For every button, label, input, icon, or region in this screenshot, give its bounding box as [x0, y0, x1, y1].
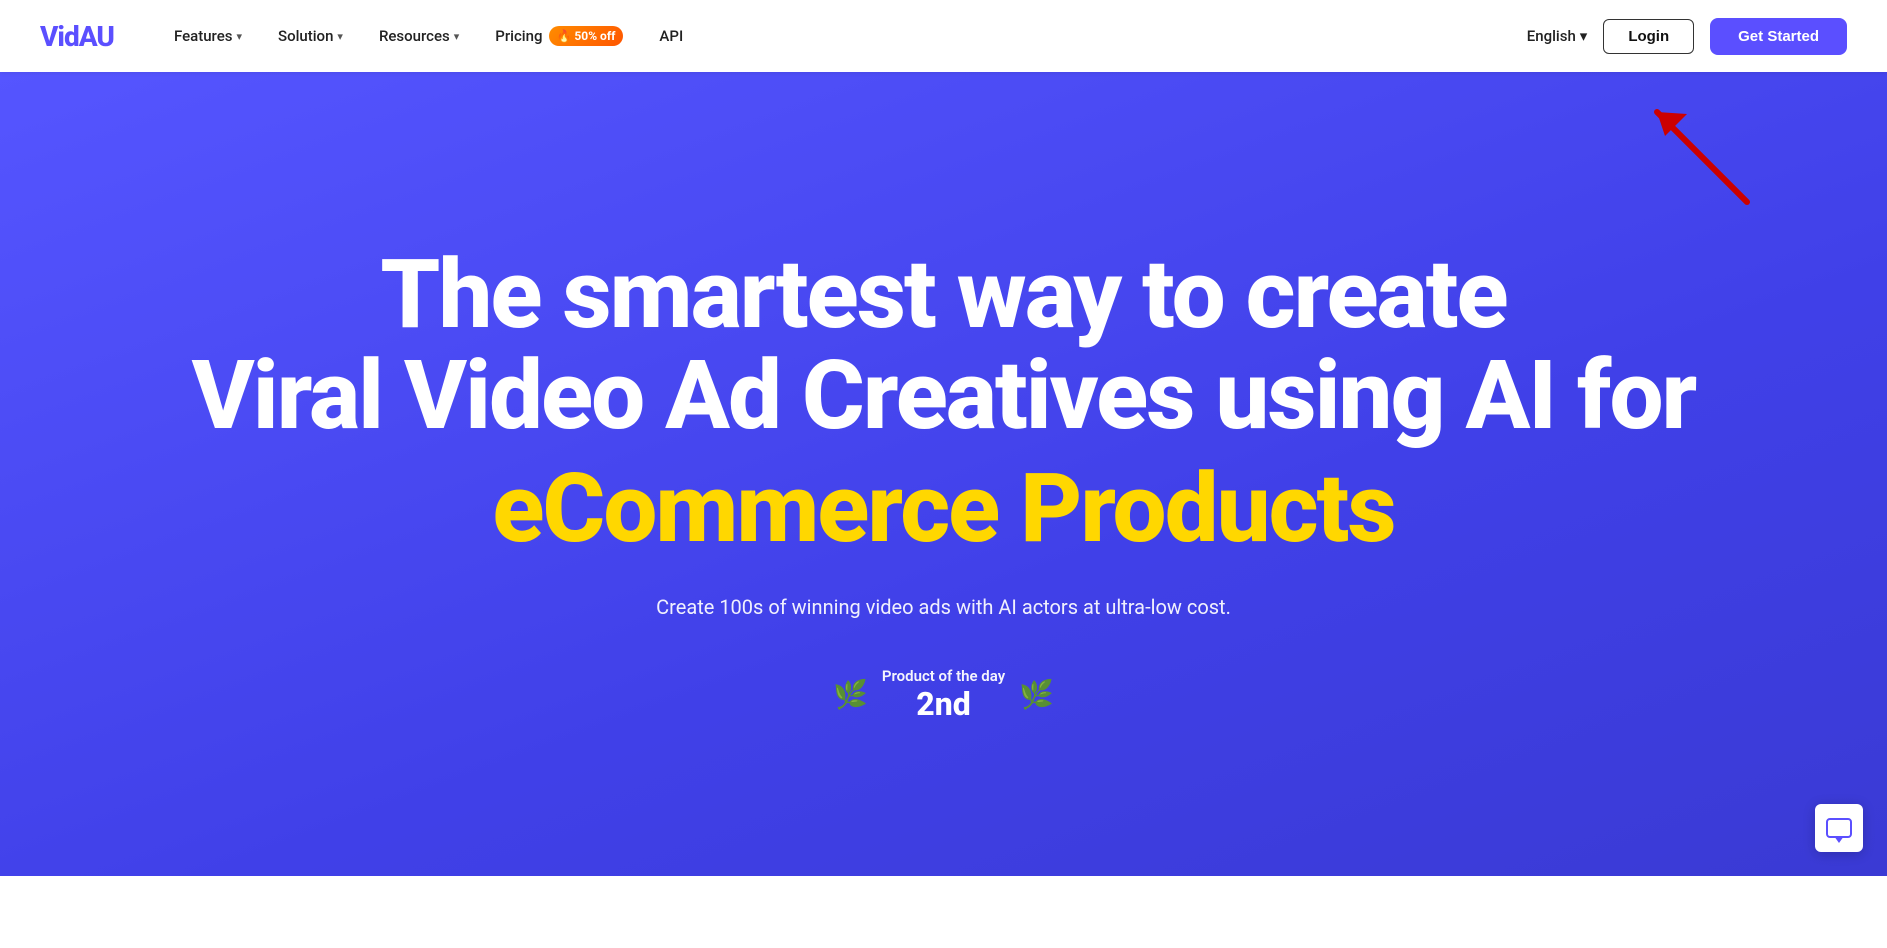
- badge-label: Product of the day: [882, 667, 1005, 685]
- laurel-right-icon: 🌿: [1019, 678, 1054, 711]
- nav-api[interactable]: API: [659, 27, 683, 45]
- chat-icon: [1826, 818, 1852, 838]
- hero-subtitle: Create 100s of winning video ads with AI…: [656, 595, 1231, 619]
- chat-button[interactable]: [1815, 804, 1863, 852]
- nav-right: English ▾ Login Get Started: [1527, 18, 1847, 55]
- nav-links: Features ▾ Solution ▾ Resources ▾ Pricin…: [174, 26, 1527, 46]
- product-badge: 🌿 Product of the day 2nd 🌿: [833, 667, 1054, 723]
- hero-title-line1: The smartest way to create: [380, 245, 1506, 346]
- chevron-down-icon: ▾: [337, 30, 343, 43]
- chevron-down-icon: ▾: [1580, 27, 1588, 45]
- language-selector[interactable]: English ▾: [1527, 27, 1588, 45]
- hero-section: The smartest way to create Viral Video A…: [0, 72, 1887, 876]
- pricing-discount-badge: 🔥 50% off: [549, 26, 624, 46]
- red-arrow-icon: [1647, 92, 1767, 212]
- chevron-down-icon: ▾: [454, 30, 460, 43]
- nav-pricing[interactable]: Pricing 🔥 50% off: [495, 26, 623, 46]
- product-badge-row: 🌿 Product of the day 2nd 🌿: [833, 667, 1054, 723]
- get-started-button[interactable]: Get Started: [1710, 18, 1847, 55]
- laurel-left-icon: 🌿: [833, 678, 868, 711]
- login-button[interactable]: Login: [1603, 19, 1694, 54]
- logo[interactable]: VidAU: [40, 20, 114, 53]
- nav-features[interactable]: Features ▾: [174, 27, 242, 45]
- hero-title-highlight: eCommerce Products: [492, 457, 1394, 563]
- nav-resources[interactable]: Resources ▾: [379, 27, 459, 45]
- badge-text: Product of the day 2nd: [882, 667, 1005, 723]
- badge-rank: 2nd: [882, 685, 1005, 723]
- nav-solution[interactable]: Solution ▾: [278, 27, 343, 45]
- chevron-down-icon: ▾: [236, 30, 242, 43]
- hero-title-line2: Viral Video Ad Creatives using AI for: [192, 346, 1696, 447]
- navbar: VidAU Features ▾ Solution ▾ Resources ▾ …: [0, 0, 1887, 72]
